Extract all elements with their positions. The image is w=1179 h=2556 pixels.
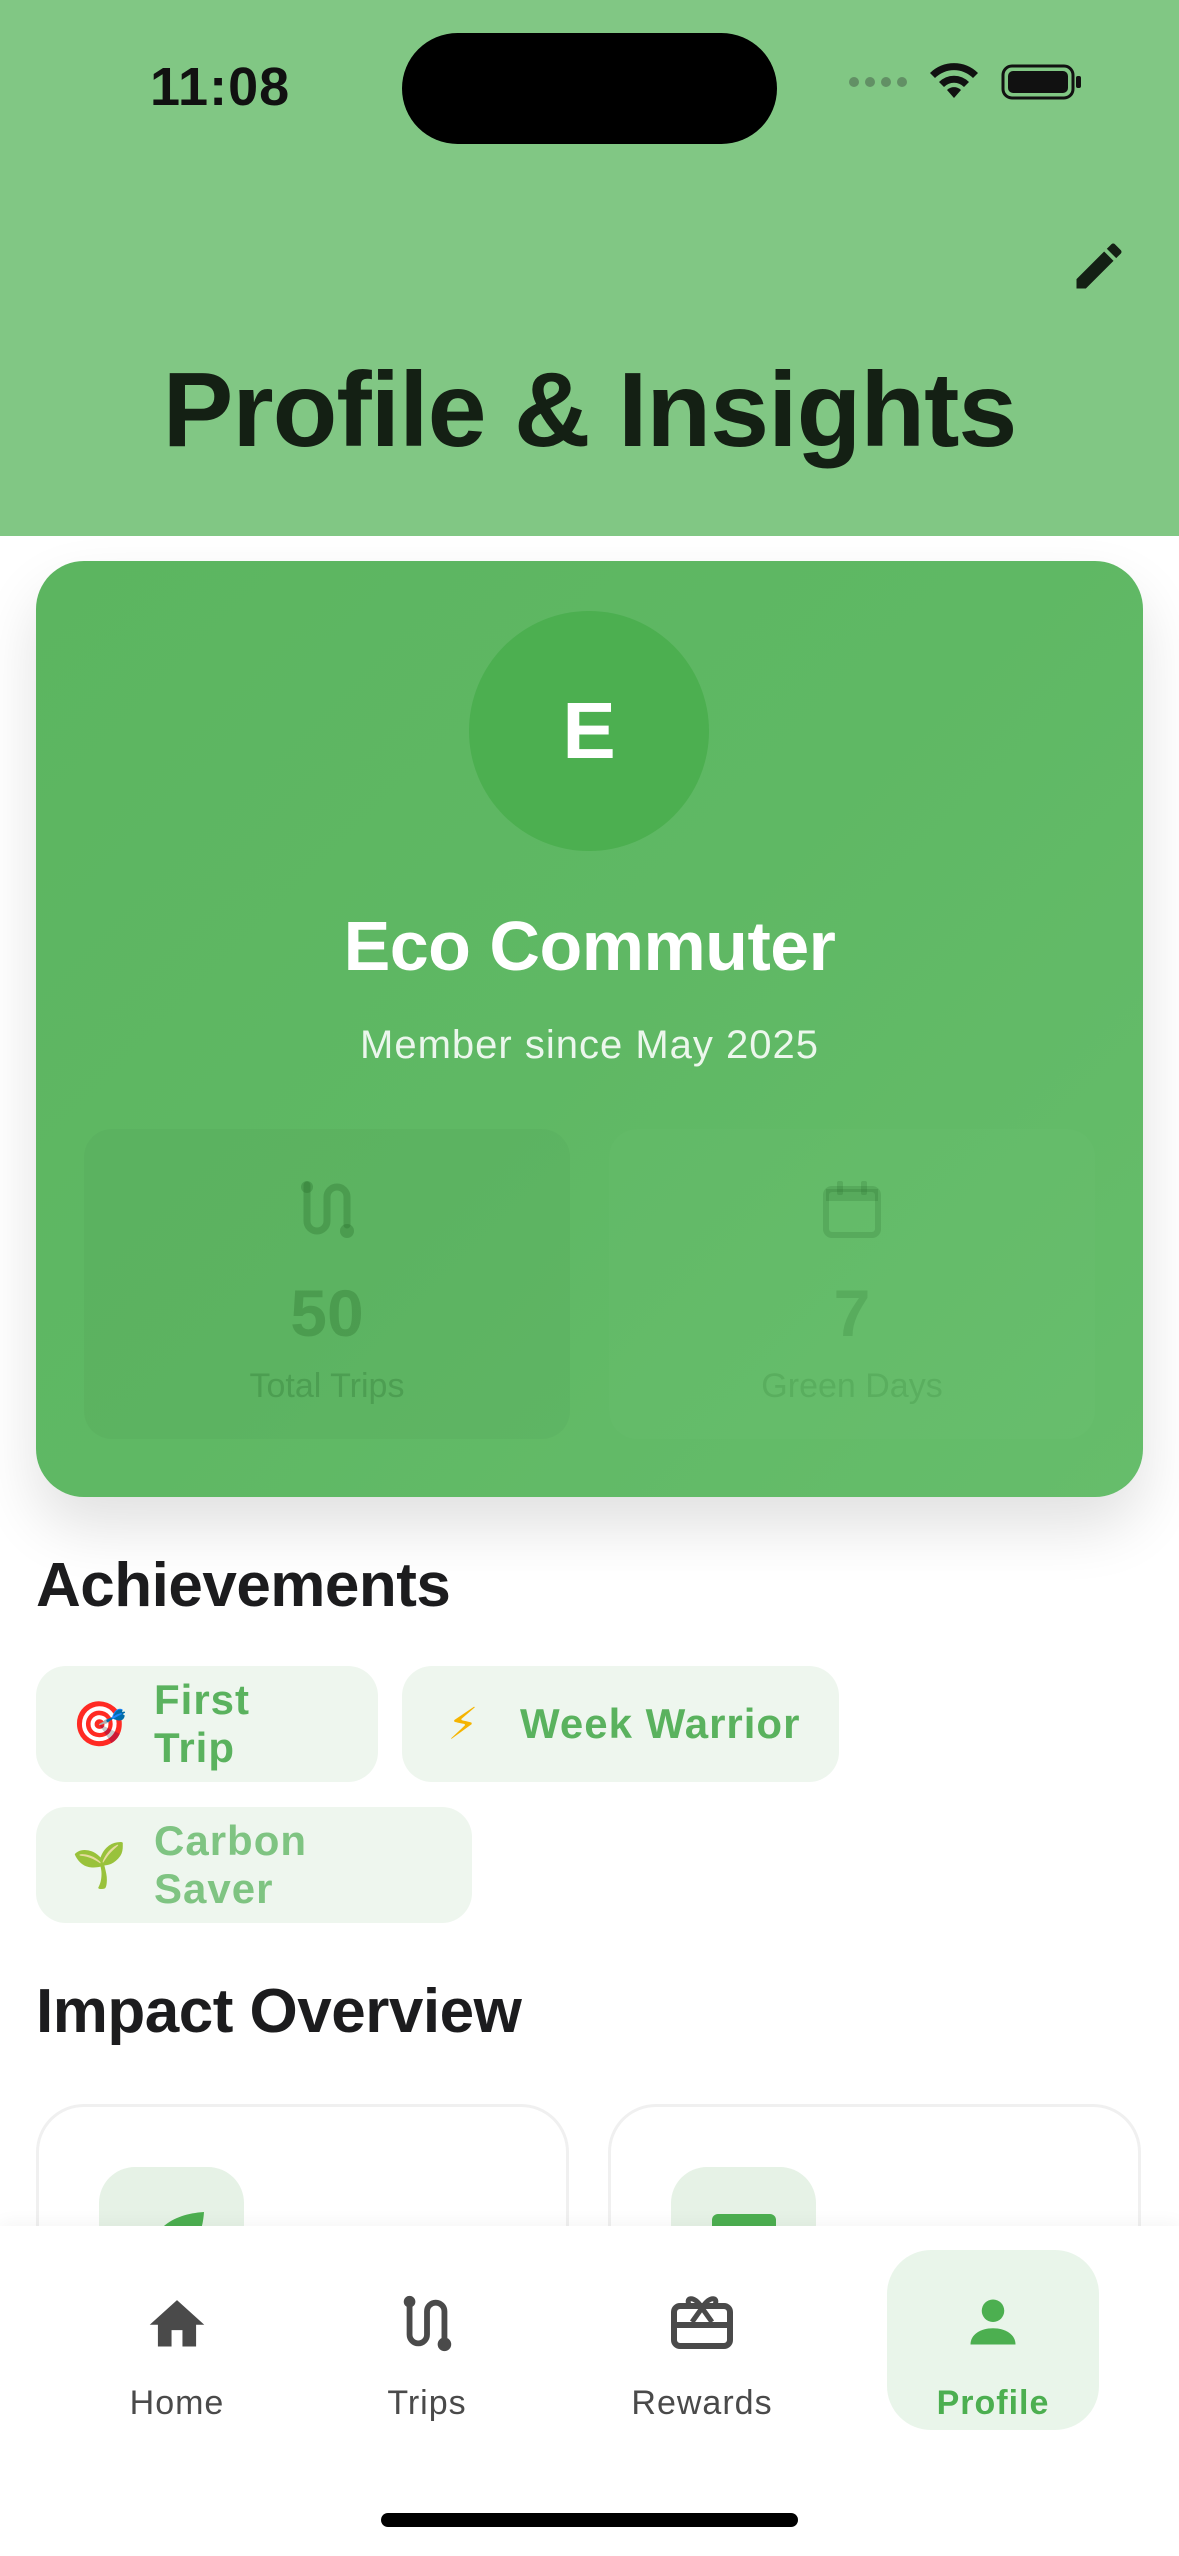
achievements-title: Achievements	[36, 1551, 451, 1620]
achievement-label: First Trip	[154, 1676, 251, 1771]
profile-card: E Eco Commuter Member since May 2025 50 …	[36, 561, 1143, 1497]
stat-value: 50	[290, 1276, 364, 1350]
achievement-label: Week Warrior	[520, 1700, 801, 1747]
edit-button[interactable]	[1059, 226, 1139, 306]
calendar-icon	[823, 1181, 881, 1238]
signal-icon	[849, 77, 907, 87]
nav-label: Profile	[936, 2384, 1050, 2422]
stat-value: 7	[833, 1276, 871, 1350]
stat-green-days: 7 Green Days	[609, 1129, 1095, 1439]
page-title: Profile & Insights	[162, 351, 1018, 469]
person-icon	[970, 2299, 1016, 2345]
achievement-carbon-saver[interactable]: 🌱 Carbon Saver	[36, 1807, 472, 1923]
achievement-first-trip[interactable]: 🎯 First Trip	[36, 1666, 378, 1782]
profile-name: Eco Commuter	[343, 907, 836, 985]
pencil-icon	[1076, 243, 1122, 289]
battery-icon	[1001, 64, 1081, 100]
dynamic-island	[402, 33, 777, 144]
achievement-label: Carbon Saver	[154, 1817, 307, 1912]
nav-item-home[interactable]: Home	[72, 2250, 282, 2430]
route-icon	[301, 1181, 354, 1238]
home-icon	[149, 2300, 205, 2347]
wifi-icon	[930, 63, 978, 98]
gift-card-icon	[671, 2296, 733, 2349]
nav-label: Trips	[387, 2384, 467, 2422]
impact-title: Impact Overview	[36, 1977, 522, 2046]
stat-label: Green Days	[761, 1367, 943, 1405]
nav-item-profile[interactable]: Profile	[887, 2250, 1099, 2430]
target-icon: 🎯	[72, 1700, 127, 1749]
status-time: 11:08	[150, 57, 291, 117]
nav-label: Rewards	[631, 2384, 773, 2422]
nav-label: Home	[129, 2384, 225, 2422]
lightning-icon: ⚡	[447, 1699, 479, 1749]
member-since: Member since May 2025	[360, 1023, 819, 1067]
status-icons	[849, 62, 1083, 102]
nav-item-trips[interactable]: Trips	[322, 2250, 532, 2430]
home-indicator[interactable]	[381, 2513, 798, 2527]
bottom-nav: Home Trips Rewards Profile	[0, 2226, 1179, 2556]
achievement-week-warrior[interactable]: ⚡ Week Warrior	[402, 1666, 839, 1782]
stat-total-trips: 50 Total Trips	[84, 1129, 570, 1439]
seedling-icon: 🌱	[72, 1841, 127, 1890]
avatar[interactable]: E	[469, 611, 709, 851]
nav-item-rewards[interactable]: Rewards	[597, 2250, 807, 2430]
header: 11:08 Profile & Insights	[0, 0, 1179, 536]
stat-label: Total Trips	[249, 1367, 405, 1405]
route-icon	[403, 2295, 452, 2352]
